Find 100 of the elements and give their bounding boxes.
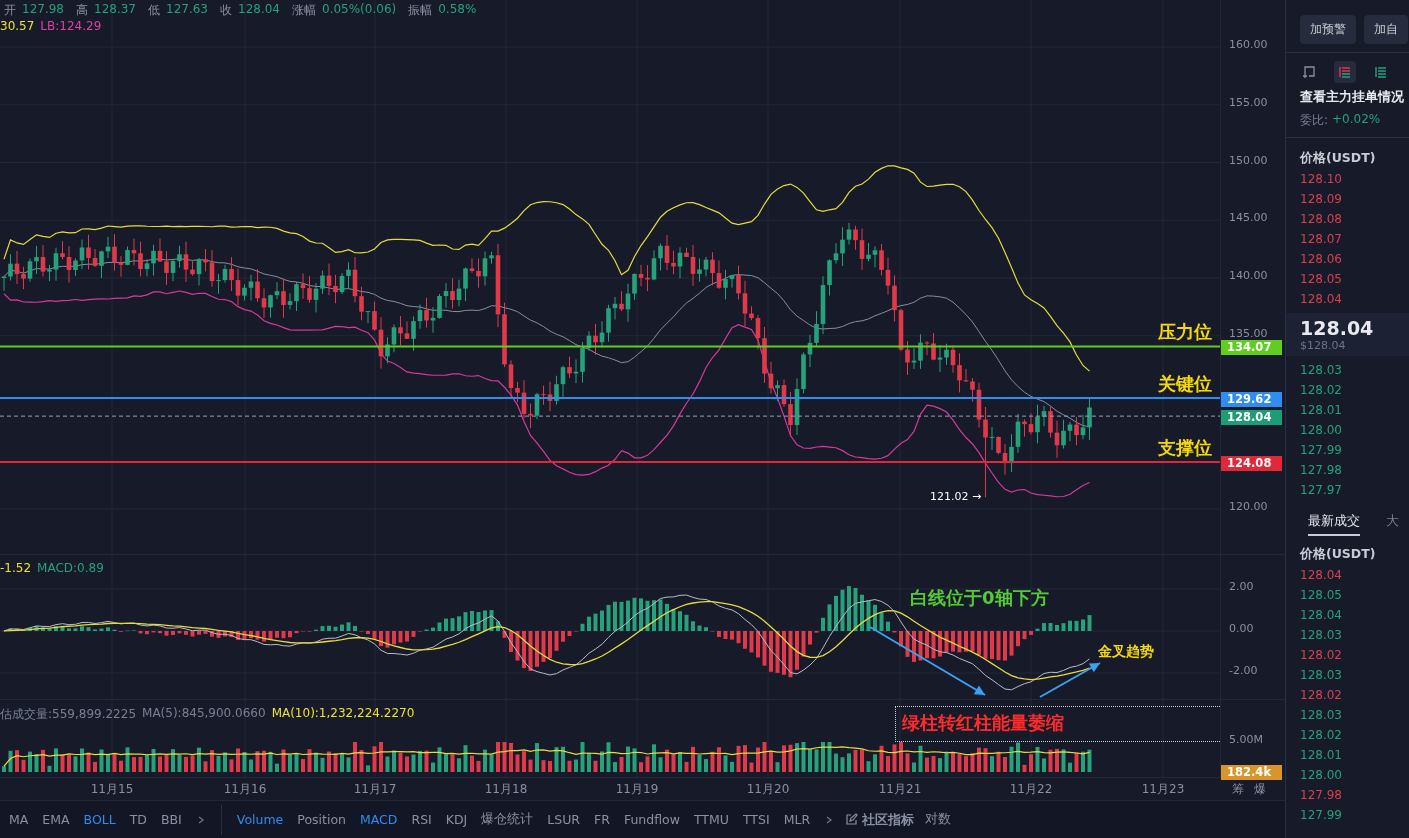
indicator-tab[interactable]: MACD — [353, 812, 405, 827]
date-label: 11月19 — [615, 781, 659, 798]
ask-price: 128.06 — [1299, 251, 1343, 268]
trade-price: 128.04 — [1299, 607, 1343, 624]
ohlc-value: 0.58% — [438, 2, 477, 18]
date-label: 11月18 — [484, 781, 528, 798]
date-label: 11月20 — [746, 781, 790, 798]
axis-tick: 140.00 — [1229, 270, 1268, 283]
ask-price: 128.10 — [1299, 171, 1343, 188]
indicator-legend: 估成交量:559,899.2225 — [0, 706, 137, 723]
ratio-label: 委比: — [1300, 112, 1329, 129]
price-tag: 129.62 — [1221, 391, 1282, 407]
indicator-legend: 30.57 — [0, 19, 35, 33]
trade-price: 127.98 — [1299, 787, 1343, 804]
bid-price: 127.98 — [1299, 462, 1343, 479]
date-label: 11月15 — [90, 781, 134, 798]
indicator-tab[interactable]: TD — [122, 812, 154, 827]
trade-price: 128.02 — [1299, 727, 1343, 744]
axis-tick: 0.00 — [1229, 623, 1254, 636]
price-tag: 124.08 — [1221, 455, 1282, 471]
log-scale-toggle[interactable]: 对数 — [918, 811, 959, 828]
ohlc-label: 振幅 — [408, 2, 433, 19]
level-label: 支撑位 — [1158, 435, 1212, 460]
action-button[interactable]: 加预警 — [1300, 15, 1356, 44]
ask-price: 128.08 — [1299, 211, 1343, 228]
bid-price: 128.02 — [1299, 382, 1343, 399]
ohlc-value: 128.37 — [94, 2, 136, 18]
order-depth-link[interactable]: 查看主力挂单情况 — [1300, 89, 1404, 106]
indicator-tab[interactable]: Volume — [229, 812, 291, 827]
axis-tick: 150.00 — [1229, 154, 1268, 167]
trade-price: 127.99 — [1299, 807, 1343, 824]
annotation-text: 绿柱转红柱能量萎缩 — [902, 712, 1064, 733]
ohlc-value: 127.98 — [22, 2, 64, 18]
ohlc-value: 127.63 — [166, 2, 208, 18]
ohlc-label: 涨幅 — [292, 2, 316, 19]
indicator-tab[interactable]: FR — [587, 812, 617, 827]
ohlc-value: 128.04 — [238, 2, 280, 18]
trade-price: 128.03 — [1299, 627, 1343, 644]
indicator-tab[interactable]: KDJ — [438, 812, 475, 827]
indicator-tab[interactable]: Fundflow — [616, 812, 687, 827]
action-button[interactable]: 加自 — [1364, 15, 1408, 44]
volume-tag: 182.4k — [1221, 765, 1282, 780]
axis-tick: 120.00 — [1229, 501, 1268, 514]
indicator-tab[interactable]: Position — [290, 812, 353, 827]
trade-price: 128.00 — [1299, 767, 1343, 784]
bid-price: 128.01 — [1299, 402, 1343, 419]
trades-tab[interactable]: 最新成交 — [1308, 510, 1360, 536]
trade-price: 128.03 — [1299, 667, 1343, 684]
indicator-legend: MACD:0.89 — [37, 561, 104, 575]
trade-price: 128.04 — [1299, 567, 1343, 584]
community-indicators-button[interactable]: 社区指标 — [841, 810, 919, 829]
indicator-tab[interactable]: EMA — [35, 812, 77, 827]
ohlc-label: 收 — [220, 2, 232, 19]
annotation-text: 白线位于0轴下方 — [910, 586, 1049, 610]
axis-tick: -2.00 — [1229, 665, 1258, 678]
date-label: 11月23 — [1141, 781, 1185, 798]
axis-tick: 2.00 — [1229, 581, 1254, 594]
bid-price: 127.97 — [1299, 482, 1343, 499]
date-label: 11月22 — [1009, 781, 1053, 798]
ohlc-label: 低 — [148, 2, 160, 19]
ohlc-label: 开 — [4, 2, 16, 19]
axis-tick: 135.00 — [1229, 327, 1268, 340]
ohlc-value: 0.05%(0.06) — [322, 2, 397, 18]
ask-price: 128.07 — [1299, 231, 1343, 248]
date-label: 11月17 — [353, 781, 397, 798]
axis-option[interactable]: 爆 — [1254, 780, 1266, 798]
ask-price: 128.09 — [1299, 191, 1343, 208]
trade-price: 128.01 — [1299, 747, 1343, 764]
axis-option[interactable]: 筹 — [1232, 780, 1244, 798]
indicator-tab[interactable]: BOLL — [76, 812, 123, 827]
level-label: 关键位 — [1158, 371, 1212, 396]
axis-tick: 160.00 — [1229, 39, 1268, 52]
axis-tick: 145.00 — [1229, 212, 1268, 225]
trade-price: 128.05 — [1299, 587, 1343, 604]
bid-price: 128.00 — [1299, 422, 1343, 439]
ask-price: 128.04 — [1299, 291, 1343, 308]
indicator-tab[interactable]: MA — [2, 812, 36, 827]
level-label: 压力位 — [1158, 320, 1212, 345]
indicator-legend: MA(10):1,232,224.2270 — [271, 706, 415, 723]
ohlc-label: 高 — [76, 2, 88, 19]
ratio-value: +0.02% — [1332, 112, 1381, 128]
date-label: 11月16 — [223, 781, 267, 798]
price-tag: 128.04 — [1221, 410, 1282, 426]
indicator-tab[interactable]: RSI — [404, 812, 439, 827]
price-tag: 134.07 — [1221, 340, 1282, 356]
indicator-tab[interactable]: LSUR — [540, 812, 588, 827]
indicator-tab[interactable]: TTSI — [735, 812, 777, 827]
bid-price: 127.99 — [1299, 442, 1343, 459]
axis-tick: 5.00M — [1229, 734, 1263, 747]
trade-price: 128.02 — [1299, 647, 1343, 664]
date-label: 11月21 — [878, 781, 922, 798]
column-header: 价格(USDT) — [1298, 546, 1377, 563]
trades-tab[interactable]: 大 — [1386, 510, 1399, 536]
indicator-tab[interactable]: TTMU — [686, 812, 736, 827]
indicator-tab[interactable]: BBI — [153, 812, 189, 827]
indicator-tab[interactable]: 爆仓统计 — [474, 811, 541, 828]
last-price-usd: $128.04 — [1300, 339, 1347, 352]
last-price: 128.04 — [1300, 317, 1375, 339]
indicator-tab[interactable]: MLR — [776, 812, 818, 827]
column-header: 价格(USDT) — [1298, 150, 1377, 167]
